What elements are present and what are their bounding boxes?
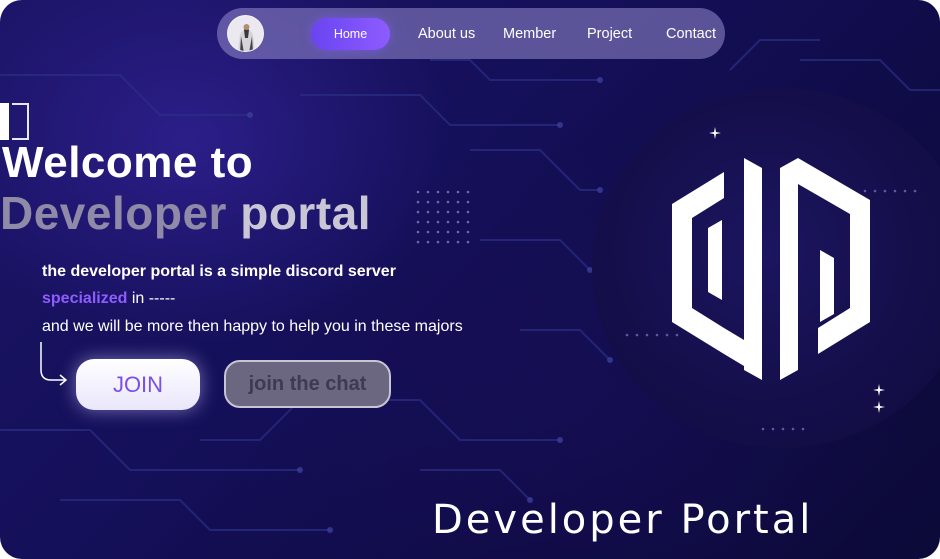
hero-title-line2: Developer portal <box>0 186 371 240</box>
hero-description-line2-rest: in ----- <box>127 290 176 307</box>
nav-contact-link[interactable]: Contact <box>666 8 716 59</box>
nav-home-button[interactable]: Home <box>311 18 390 50</box>
dotted-line-decoration <box>761 427 805 431</box>
join-button[interactable]: JOIN <box>76 359 200 410</box>
text-cursor-decoration <box>0 103 9 140</box>
nav-member-link[interactable]: Member <box>503 8 556 59</box>
developer-portal-logo-icon <box>672 158 870 380</box>
text-cursor-outline <box>12 103 29 140</box>
hero-title-line1: Welcome to <box>2 138 254 187</box>
curved-arrow-icon <box>40 342 68 386</box>
highlight-specialized: specialized <box>42 290 128 307</box>
hero-description-line2: specialized in ----- <box>42 290 175 308</box>
hero-title-portal: portal <box>240 187 371 239</box>
hero-description-line3: and we will be more then happy to help y… <box>42 318 463 335</box>
hero-title-developer: Developer <box>0 187 227 239</box>
sparkle-icon <box>873 401 885 413</box>
footer-brand-title: Developer Portal <box>432 497 814 543</box>
top-navigation: Home About us Member Project Contact <box>217 8 725 59</box>
dot-grid-decoration <box>416 190 470 244</box>
sparkle-icon <box>709 127 721 139</box>
nav-project-link[interactable]: Project <box>587 8 632 59</box>
join-chat-button[interactable]: join the chat <box>224 360 391 408</box>
hero-description-line1: the developer portal is a simple discord… <box>42 263 396 280</box>
nav-about-link[interactable]: About us <box>418 8 475 59</box>
user-avatar-icon[interactable] <box>227 15 264 52</box>
app-frame: Home About us Member Project Contact Wel… <box>0 0 940 559</box>
